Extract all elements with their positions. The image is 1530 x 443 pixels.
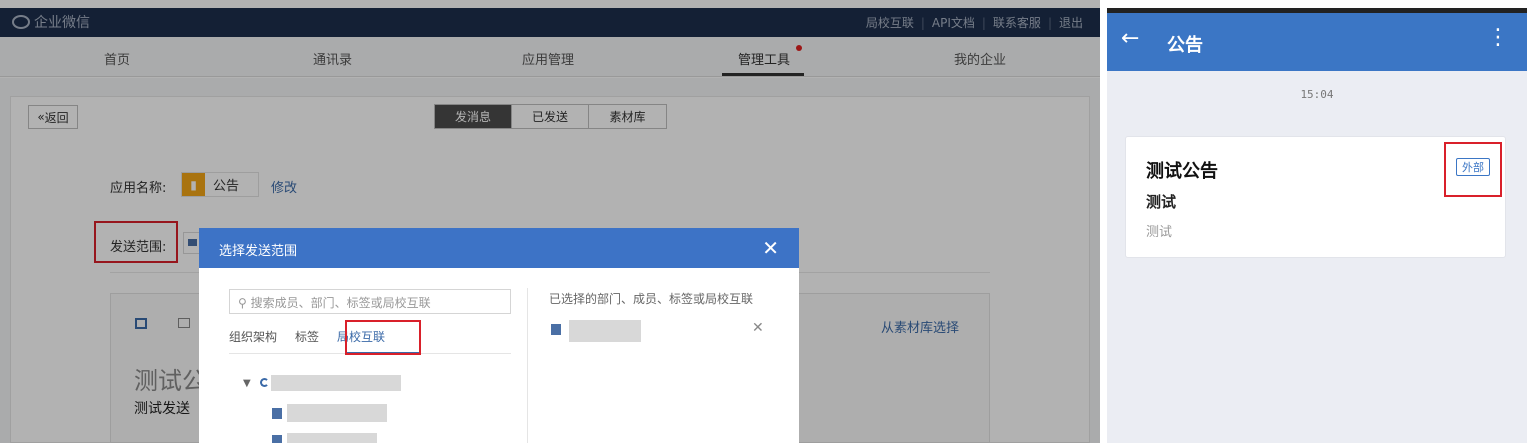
close-icon[interactable]: ✕	[762, 236, 779, 260]
building-icon	[272, 435, 282, 443]
mobile-header: ← 公告 ⋮	[1107, 13, 1527, 71]
tree-item-blurred[interactable]	[287, 404, 387, 422]
column-divider	[527, 288, 528, 443]
selected-item-blurred	[569, 320, 641, 342]
tree-expand-icon[interactable]: ▼	[243, 378, 251, 389]
search-icon: ⚲	[238, 296, 247, 310]
modal-title: 选择发送范围	[219, 244, 298, 259]
remove-icon[interactable]: ✕	[752, 320, 764, 336]
building-icon	[551, 324, 561, 335]
back-arrow-icon[interactable]: ←	[1121, 26, 1139, 51]
tab-tags[interactable]: 标签	[295, 320, 319, 345]
search-placeholder: 搜索成员、部门、标签或局校互联	[250, 296, 431, 310]
card-subtitle: 测试	[1146, 193, 1177, 211]
highlight-external-badge	[1444, 142, 1502, 197]
search-input[interactable]: ⚲ 搜索成员、部门、标签或局校互联	[229, 289, 511, 314]
loading-icon	[260, 378, 269, 387]
modal-header: 选择发送范围 ✕	[199, 228, 799, 268]
tree-item-blurred[interactable]	[287, 433, 377, 443]
mobile-title: 公告	[1167, 35, 1203, 56]
tree-root-label-blurred[interactable]	[271, 375, 401, 391]
desktop-admin-window: 企业微信 局校互联 | API文档 | 联系客服 | 退出 首页 通讯录 应用管理 管…	[0, 0, 1100, 443]
card-title: 测试公告	[1146, 161, 1218, 182]
more-icon[interactable]: ⋮	[1487, 27, 1509, 49]
selected-label: 已选择的部门、成员、标签或局校互联	[549, 292, 754, 306]
highlight-school-connect-tab	[345, 320, 421, 355]
building-icon	[272, 408, 282, 419]
card-body: 测试	[1146, 225, 1173, 240]
send-range-modal: 选择发送范围 ✕ ⚲ 搜索成员、部门、标签或局校互联 组织架构 标签 局校互联 …	[199, 228, 799, 443]
mobile-preview: ← 公告 ⋮ 15:04 测试公告 测试 测试 外部	[1107, 8, 1527, 443]
tab-org-structure[interactable]: 组织架构	[229, 320, 277, 345]
message-time: 15:04	[1300, 88, 1334, 101]
